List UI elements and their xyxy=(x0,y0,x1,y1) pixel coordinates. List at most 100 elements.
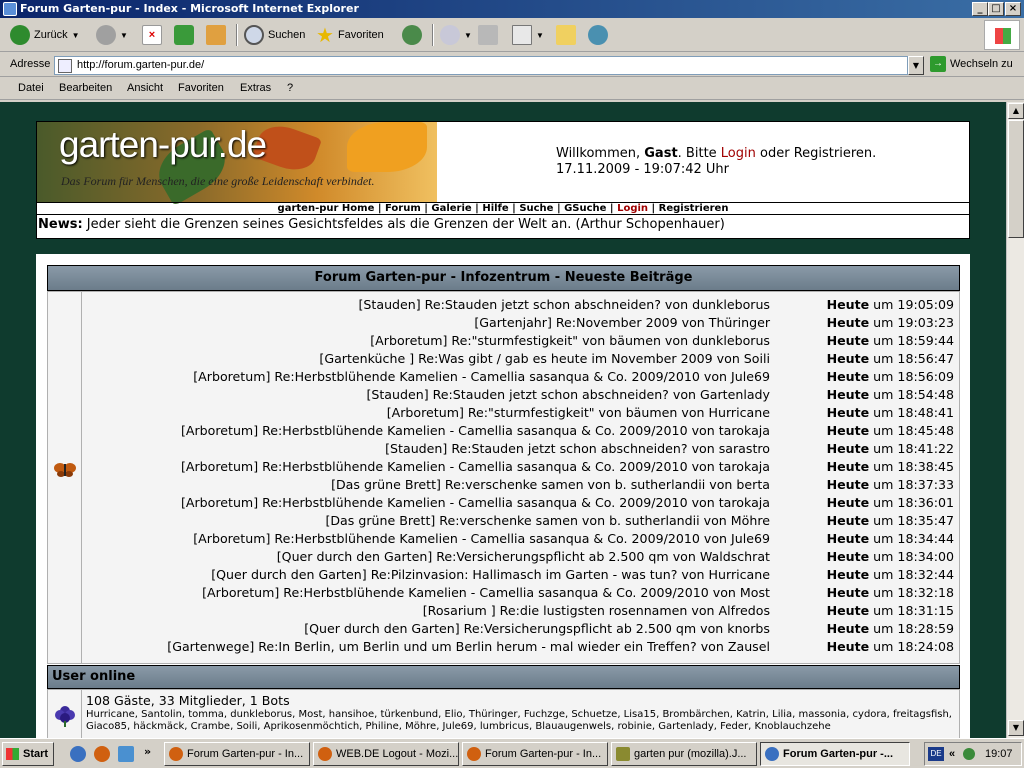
post-row[interactable]: [Arboretum] Re:Herbstblühende Kamelien -… xyxy=(82,494,960,512)
go-button[interactable]: → Wechseln zu xyxy=(930,56,1013,72)
post-link[interactable]: [Arboretum] Re:Herbstblühende Kamelien -… xyxy=(181,458,770,476)
post-row[interactable]: [Das grüne Brett] Re:verschenke samen vo… xyxy=(82,476,960,494)
nav-forum[interactable]: Forum xyxy=(385,203,421,214)
nav-galerie[interactable]: Galerie xyxy=(431,203,471,214)
post-link[interactable]: [Arboretum] Re:Herbstblühende Kamelien -… xyxy=(181,422,770,440)
post-link[interactable]: [Arboretum] Re:"sturmfestigkeit" von bäu… xyxy=(387,404,770,422)
post-link[interactable]: [Das grüne Brett] Re:verschenke samen vo… xyxy=(331,476,770,494)
print-button[interactable] xyxy=(478,23,498,47)
forward-button[interactable]: ▼ xyxy=(96,23,128,47)
task-1[interactable]: Forum Garten-pur - In... xyxy=(164,742,310,766)
login-link[interactable]: Login xyxy=(721,146,756,161)
chevron-down-icon[interactable]: ▼ xyxy=(120,31,128,40)
site-logo[interactable]: garten-pur.de Das Forum für Menschen, di… xyxy=(37,118,437,207)
post-link[interactable]: [Gartenjahr] Re:November 2009 von Thürin… xyxy=(474,314,770,332)
nav-gsuche[interactable]: GSuche xyxy=(564,203,606,214)
chevron-down-icon[interactable]: ▼ xyxy=(464,31,472,40)
start-button[interactable]: Start xyxy=(2,742,54,766)
post-link[interactable]: [Gartenwege] Re:In Berlin, um Berlin und… xyxy=(167,638,770,656)
post-link[interactable]: [Rosarium ] Re:die lustigsten rosennamen… xyxy=(423,602,770,620)
post-link[interactable]: [Arboretum] Re:"sturmfestigkeit" von bäu… xyxy=(370,332,770,350)
post-row[interactable]: [Arboretum] Re:Herbstblühende Kamelien -… xyxy=(82,530,960,548)
firefox-quicklaunch-icon[interactable] xyxy=(94,746,110,762)
post-row[interactable]: [Quer durch den Garten] Re:Versicherungs… xyxy=(82,548,960,566)
post-row[interactable]: [Gartenjahr] Re:November 2009 von Thürin… xyxy=(82,314,960,332)
ie-quicklaunch-icon[interactable] xyxy=(70,746,86,762)
post-row[interactable]: [Arboretum] Re:Herbstblühende Kamelien -… xyxy=(82,584,960,602)
refresh-button[interactable] xyxy=(174,23,194,47)
post-link[interactable]: [Arboretum] Re:Herbstblühende Kamelien -… xyxy=(193,368,770,386)
task-4[interactable]: garten pur (mozilla).J... xyxy=(611,742,757,766)
post-row[interactable]: [Arboretum] Re:"sturmfestigkeit" von bäu… xyxy=(82,332,960,350)
post-link[interactable]: [Quer durch den Garten] Re:Pilzinvasion:… xyxy=(211,566,770,584)
post-link[interactable]: [Arboretum] Re:Herbstblühende Kamelien -… xyxy=(181,494,770,512)
post-link[interactable]: [Gartenküche ] Re:Was gibt / gab es heut… xyxy=(319,350,770,368)
favorites-button[interactable]: ★ Favoriten xyxy=(316,23,384,47)
menu-datei[interactable]: Datei xyxy=(18,82,44,94)
nav-hilfe[interactable]: Hilfe xyxy=(482,203,508,214)
post-row[interactable]: [Rosarium ] Re:die lustigsten rosennamen… xyxy=(82,602,960,620)
post-row[interactable]: [Arboretum] Re:Herbstblühende Kamelien -… xyxy=(82,422,960,440)
chevron-down-icon[interactable]: ▼ xyxy=(536,31,544,40)
post-link[interactable]: [Quer durch den Garten] Re:Versicherungs… xyxy=(277,548,770,566)
post-link[interactable]: [Das grüne Brett] Re:verschenke samen vo… xyxy=(325,512,770,530)
menu-favoriten[interactable]: Favoriten xyxy=(178,82,224,94)
post-row[interactable]: [Stauden] Re:Stauden jetzt schon abschne… xyxy=(82,440,960,458)
search-button[interactable]: Suchen xyxy=(244,23,305,47)
menu-bar: Datei Bearbeiten Ansicht Favoriten Extra… xyxy=(0,78,1024,100)
tray-expand-icon[interactable]: « xyxy=(949,743,955,765)
task-5-active[interactable]: Forum Garten-pur -... xyxy=(760,742,910,766)
post-row[interactable]: [Stauden] Re:Stauden jetzt schon abschne… xyxy=(82,386,960,404)
nav-suche[interactable]: Suche xyxy=(519,203,553,214)
menu-help[interactable]: ? xyxy=(287,82,293,94)
minimize-button[interactable]: _ xyxy=(972,2,988,16)
mail-button[interactable]: ▼ xyxy=(440,23,472,47)
language-indicator[interactable]: DE xyxy=(928,747,944,761)
post-row[interactable]: [Stauden] Re:Stauden jetzt schon abschne… xyxy=(82,296,960,314)
post-row[interactable]: [Quer durch den Garten] Re:Versicherungs… xyxy=(82,620,960,638)
quicklaunch-more-icon[interactable]: » xyxy=(144,745,151,758)
post-row[interactable]: [Das grüne Brett] Re:verschenke samen vo… xyxy=(82,512,960,530)
post-link[interactable]: [Quer durch den Garten] Re:Versicherungs… xyxy=(304,620,770,638)
back-button[interactable]: Zurück ▼ xyxy=(10,23,80,47)
post-link[interactable]: [Arboretum] Re:Herbstblühende Kamelien -… xyxy=(202,584,770,602)
post-link[interactable]: [Arboretum] Re:Herbstblühende Kamelien -… xyxy=(193,530,770,548)
post-row[interactable]: [Gartenküche ] Re:Was gibt / gab es heut… xyxy=(82,350,960,368)
post-row[interactable]: [Arboretum] Re:"sturmfestigkeit" von bäu… xyxy=(82,404,960,422)
menu-ansicht[interactable]: Ansicht xyxy=(127,82,163,94)
post-row[interactable]: [Gartenwege] Re:In Berlin, um Berlin und… xyxy=(82,638,960,656)
post-time: Heute um 18:36:01 xyxy=(826,495,954,510)
desktop-quicklaunch-icon[interactable] xyxy=(118,746,134,762)
post-row[interactable]: [Quer durch den Garten] Re:Pilzinvasion:… xyxy=(82,566,960,584)
task-2[interactable]: WEB.DE Logout - Mozi... xyxy=(313,742,459,766)
post-row[interactable]: [Arboretum] Re:Herbstblühende Kamelien -… xyxy=(82,458,960,476)
chevron-down-icon[interactable]: ▼ xyxy=(72,31,80,40)
post-row[interactable]: [Arboretum] Re:Herbstblühende Kamelien -… xyxy=(82,368,960,386)
history-button[interactable] xyxy=(402,23,422,47)
nav-home[interactable]: garten-pur Home xyxy=(278,203,375,214)
menu-bearbeiten[interactable]: Bearbeiten xyxy=(59,82,112,94)
vertical-scrollbar[interactable]: ▲ ▼ xyxy=(1006,102,1024,738)
scroll-down-button[interactable]: ▼ xyxy=(1008,720,1024,736)
nav-registrieren[interactable]: Registrieren xyxy=(659,203,729,214)
home-button[interactable] xyxy=(206,23,226,47)
address-dropdown-button[interactable]: ▼ xyxy=(908,56,924,75)
folder-button[interactable] xyxy=(556,23,576,47)
address-input[interactable]: http://forum.garten-pur.de/ xyxy=(54,56,908,75)
post-link[interactable]: [Stauden] Re:Stauden jetzt schon abschne… xyxy=(385,440,770,458)
menu-extras[interactable]: Extras xyxy=(240,82,271,94)
nav-login[interactable]: Login xyxy=(617,203,648,214)
register-link[interactable]: Registrieren. xyxy=(794,146,877,161)
maximize-button[interactable]: □ xyxy=(988,2,1004,16)
scroll-up-button[interactable]: ▲ xyxy=(1008,103,1024,119)
edit-button[interactable]: ▼ xyxy=(512,23,544,47)
post-link[interactable]: [Stauden] Re:Stauden jetzt schon abschne… xyxy=(359,296,771,314)
close-button[interactable]: × xyxy=(1005,2,1021,16)
scroll-thumb[interactable] xyxy=(1008,120,1024,238)
task-3[interactable]: Forum Garten-pur - In... xyxy=(462,742,608,766)
clock[interactable]: 19:07 xyxy=(985,743,1013,765)
network-icon[interactable] xyxy=(963,748,975,760)
post-link[interactable]: [Stauden] Re:Stauden jetzt schon abschne… xyxy=(366,386,770,404)
messenger-button[interactable] xyxy=(588,23,608,47)
stop-button[interactable]: × xyxy=(142,23,162,47)
